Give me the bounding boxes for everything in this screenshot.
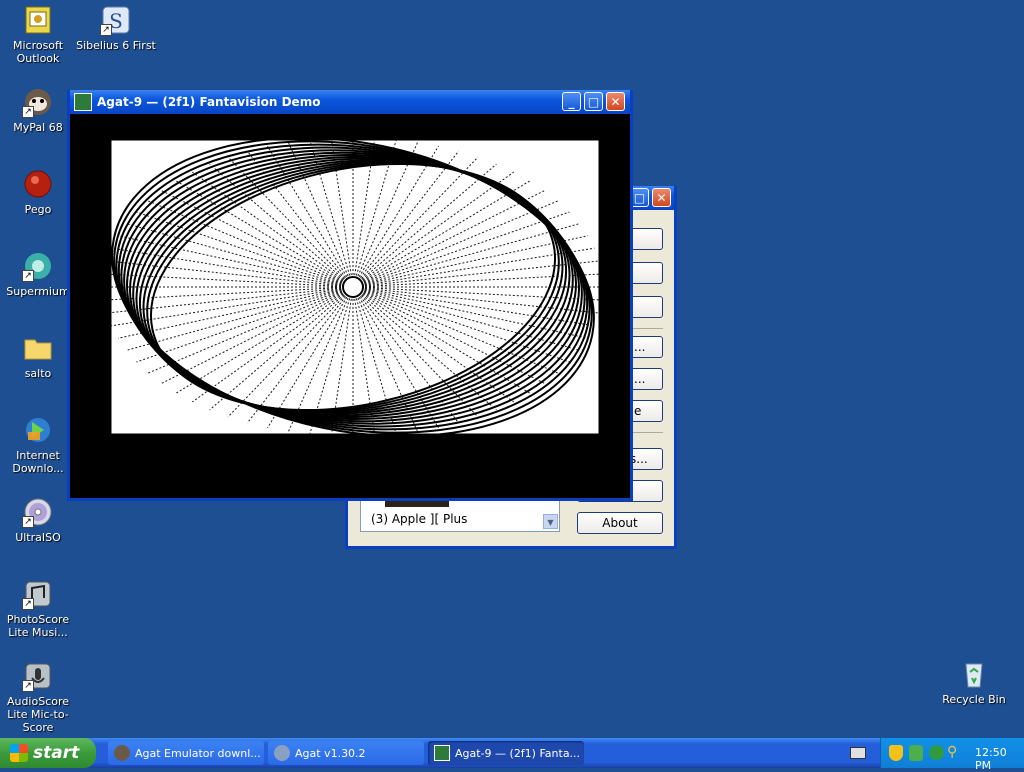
taskbar-item-agat-download[interactable]: Agat Emulator downl...: [108, 741, 264, 765]
globe-icon[interactable]: [929, 745, 944, 760]
desktop-icon-label: UltraISO: [15, 531, 61, 544]
emulator-icon: [434, 745, 450, 761]
taskbar-item-agat-emulator[interactable]: Agat-9 — (2f1) Fanta...: [428, 741, 584, 765]
close-button[interactable]: ✕: [652, 188, 671, 207]
taskbar-item-agat-launcher[interactable]: Agat v1.30.2: [268, 741, 424, 765]
audioscore-icon: ↗: [22, 660, 54, 692]
photoscore-icon: ↗: [22, 578, 54, 610]
taskbar-item-label: Agat Emulator downl...: [135, 746, 261, 760]
shortcut-arrow-icon: ↗: [22, 680, 34, 692]
agat-emulator-window: Agat-9 — (2f1) Fantavision Demo _ □ ✕: [67, 90, 633, 501]
windows-logo-icon: [10, 744, 28, 762]
desktop-icon-label: AudioScore Lite Mic-to-Score: [6, 695, 70, 734]
folder-icon: [22, 332, 54, 364]
desktop-icon-label: PhotoScore Lite Musi...: [6, 613, 70, 639]
pattern-center: [342, 276, 364, 298]
scroll-down-button[interactable]: ▼: [543, 514, 558, 529]
taskbar-item-label: Agat-9 — (2f1) Fanta...: [455, 746, 581, 760]
machine-list-item[interactable]: (3) Apple ][ Plus: [371, 512, 467, 526]
fantavision-graphic: [103, 136, 603, 438]
desktop-icon-label: Microsoft Outlook: [12, 39, 64, 65]
disc-icon: ↗: [22, 496, 54, 528]
taskbar: start Agat Emulator downl... Agat v1.30.…: [0, 738, 1024, 772]
desktop-icon-photoscore[interactable]: ↗ PhotoScore Lite Musi...: [0, 578, 78, 639]
internet-download-icon: [22, 414, 54, 446]
emulator-screen[interactable]: [70, 114, 630, 498]
start-button[interactable]: start: [0, 738, 96, 768]
close-button[interactable]: ✕: [606, 92, 625, 111]
start-label: start: [33, 743, 80, 763]
outlook-icon: [22, 4, 54, 36]
sibelius-icon: S ↗: [100, 4, 132, 36]
desktop-icon-outlook[interactable]: Microsoft Outlook: [0, 4, 78, 65]
shortcut-arrow-icon: ↗: [22, 516, 34, 528]
maximize-button[interactable]: □: [584, 92, 603, 111]
desktop-icon-label: Sibelius 6 First: [76, 39, 156, 52]
clock: 12:50 PM: [975, 746, 1007, 772]
taskbar-item-label: Agat v1.30.2: [295, 746, 366, 760]
minimize-button[interactable]: _: [562, 92, 581, 111]
agat-app-icon: [274, 745, 290, 761]
shortcut-arrow-icon: ↗: [22, 106, 34, 118]
system-tray: ⚲ 12:50 PM: [880, 738, 1024, 772]
desktop-icon-label: Recycle Bin: [942, 693, 1006, 706]
supermium-icon: ↗: [22, 250, 54, 282]
window-title: Agat-9 — (2f1) Fantavision Demo: [97, 95, 321, 109]
network-icon[interactable]: [909, 745, 923, 761]
app-icon: [74, 93, 92, 111]
shortcut-arrow-icon: ↗: [22, 598, 34, 610]
shortcut-arrow-icon: ↗: [22, 270, 34, 282]
window-titlebar[interactable]: Agat-9 — (2f1) Fantavision Demo _ □ ✕: [70, 90, 630, 114]
shield-icon[interactable]: [889, 745, 903, 761]
desktop-icon-audioscore[interactable]: ↗ AudioScore Lite Mic-to-Score: [0, 660, 78, 734]
shortcut-arrow-icon: ↗: [100, 24, 112, 36]
desktop-icon-ultraiso[interactable]: ↗ UltraISO: [0, 496, 78, 544]
about-button[interactable]: About: [577, 512, 663, 534]
mypal-icon: ↗: [22, 86, 54, 118]
search-icon[interactable]: ⚲: [947, 744, 957, 760]
browser-icon: [114, 745, 130, 761]
recycle-bin-icon: [958, 658, 990, 690]
keyboard-icon[interactable]: [850, 747, 866, 759]
desktop-icon-sibelius[interactable]: S ↗ Sibelius 6 First: [76, 4, 156, 52]
pego-icon: [22, 168, 54, 200]
desktop-icon-recycle-bin[interactable]: Recycle Bin: [934, 658, 1014, 706]
